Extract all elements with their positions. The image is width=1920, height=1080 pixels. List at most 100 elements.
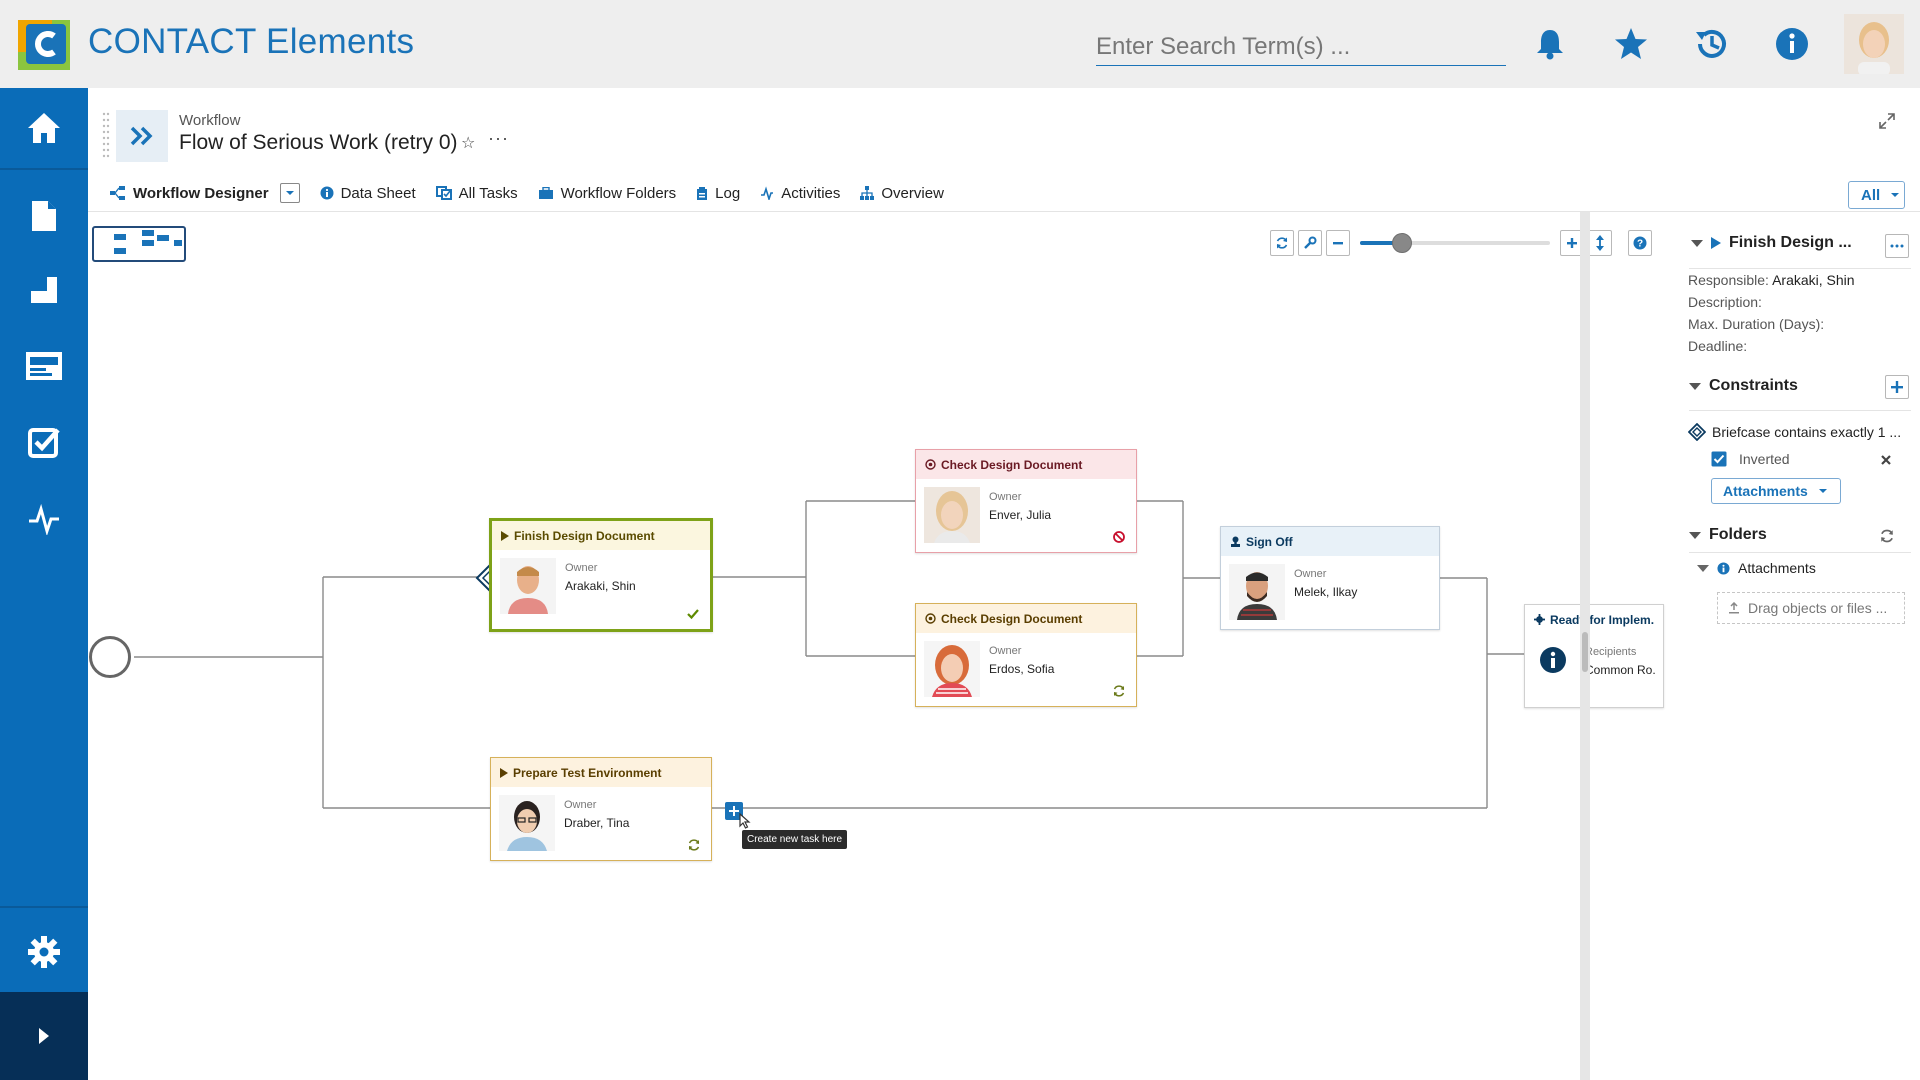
user-avatar[interactable]	[1844, 14, 1904, 74]
sidebar-item-dashboard[interactable]	[0, 328, 88, 404]
tab-workflow-folders[interactable]: Workflow Folders	[528, 176, 687, 210]
favorite-star-icon[interactable]: ☆	[461, 133, 475, 153]
app-title[interactable]: CONTACT Elements	[88, 22, 414, 62]
object-class-label: Workflow	[179, 112, 241, 129]
object-tabs: Workflow Designer Data Sheet All Tasks W…	[100, 176, 954, 214]
responsible-label: Responsible:	[1688, 272, 1769, 288]
task-check-design-document-2[interactable]: Check Design Document Owner Erdos, Sofia	[915, 603, 1137, 707]
checkbox-checked-icon[interactable]	[1711, 451, 1727, 467]
owner-avatar	[1229, 564, 1285, 620]
tab-log[interactable]: Log	[686, 176, 750, 210]
help-icon: ?	[1633, 236, 1647, 250]
inverted-label: Inverted	[1739, 451, 1790, 467]
refresh-icon[interactable]	[1879, 528, 1895, 544]
checkmark-icon	[687, 609, 699, 620]
task-title: Check Design Document	[941, 611, 1083, 626]
owner-name: Enver, Julia	[989, 508, 1052, 522]
attachments-dropdown-value: Attachments	[1723, 483, 1808, 499]
gear-icon	[1534, 614, 1545, 625]
top-header: CONTACT Elements	[0, 0, 1920, 88]
tab-overview[interactable]: Overview	[850, 176, 954, 210]
dropzone-text: Drag objects or files ...	[1748, 600, 1888, 616]
folders-section-header[interactable]: Folders	[1689, 526, 1767, 544]
workflow-type-icon	[116, 110, 168, 162]
inverted-checkbox-row[interactable]: Inverted	[1711, 451, 1790, 467]
dashboard-icon	[26, 352, 62, 380]
upload-icon	[1729, 602, 1739, 614]
caret-down-icon	[1689, 531, 1701, 539]
panel-task-header[interactable]: Finish Design ...	[1691, 234, 1852, 252]
double-chevron-icon	[130, 126, 153, 146]
canvas-scrollbar[interactable]	[1580, 212, 1590, 1080]
info-icon	[320, 186, 334, 200]
sidebar-item-parts[interactable]	[0, 252, 88, 328]
stamp-icon	[1231, 536, 1240, 547]
owner-label: Owner	[989, 491, 1022, 503]
task-prepare-test-environment[interactable]: Prepare Test Environment Owner Draber, T…	[490, 757, 712, 861]
search-input[interactable]	[1096, 28, 1506, 66]
star-icon[interactable]	[1611, 24, 1651, 64]
file-dropzone[interactable]: Drag objects or files ...	[1717, 592, 1905, 624]
info-icon[interactable]	[1772, 24, 1812, 64]
sidebar-expand-button[interactable]	[0, 992, 88, 1080]
log-icon	[697, 186, 708, 200]
tab-data-sheet[interactable]: Data Sheet	[310, 176, 426, 210]
scrollbar-thumb[interactable]	[1582, 632, 1588, 672]
task-header: Finish Design Document	[492, 521, 710, 550]
recipients-label: Recipients	[1585, 646, 1637, 658]
task-header: Ready for Implem.	[1525, 605, 1663, 634]
filter-dropdown[interactable]: All	[1848, 181, 1905, 209]
contact-logo[interactable]	[18, 20, 70, 70]
help-button[interactable]: ?	[1628, 230, 1652, 256]
attachments-dropdown[interactable]: Attachments	[1711, 478, 1841, 504]
bell-icon[interactable]	[1530, 24, 1570, 64]
tab-activities[interactable]: Activities	[750, 176, 850, 210]
tab-workflow-designer[interactable]: Workflow Designer	[100, 176, 310, 214]
drag-grip-icon[interactable]	[102, 110, 110, 162]
duration-label: Max. Duration (Days):	[1688, 316, 1825, 332]
home-icon	[28, 113, 60, 143]
more-actions-button[interactable]: ···	[488, 128, 509, 149]
owner-avatar	[499, 795, 555, 851]
fit-height-button[interactable]	[1588, 230, 1612, 256]
plus-icon	[1891, 381, 1903, 393]
in-progress-icon	[688, 839, 700, 851]
sidebar-item-home[interactable]	[0, 88, 88, 170]
remove-constraint-icon[interactable]	[1880, 454, 1892, 466]
tab-label: Overview	[881, 184, 944, 202]
task-sign-off[interactable]: Sign Off Owner Melek, Ilkay	[1220, 526, 1440, 630]
task-title: Sign Off	[1246, 534, 1293, 549]
document-icon	[32, 201, 56, 231]
tasks-icon	[28, 428, 60, 458]
panel-divider	[1689, 268, 1911, 269]
vertical-arrows-icon	[1596, 235, 1604, 251]
caret-down-icon	[1818, 489, 1827, 493]
designer-menu-dropdown[interactable]	[279, 183, 300, 203]
owner-name: Draber, Tina	[564, 816, 630, 830]
sidebar-item-documents[interactable]	[0, 178, 88, 254]
task-header: Check Design Document	[916, 604, 1136, 633]
task-header: Sign Off	[1221, 527, 1439, 556]
properties-panel: Finish Design ... Responsible: Arakaki, …	[1675, 212, 1920, 1080]
fullscreen-icon[interactable]	[1878, 112, 1896, 130]
sidebar-item-activities[interactable]	[0, 480, 88, 556]
workflow-canvas[interactable]: ? Finish Design Document Owner Arakaki, …	[88, 212, 1666, 1080]
owner-label: Owner	[564, 799, 597, 811]
history-icon[interactable]	[1692, 24, 1732, 64]
page-title: Flow of Serious Work (retry 0)	[179, 131, 458, 154]
task-ready-for-implementation[interactable]: Ready for Implem. Recipients Common Ro.	[1524, 604, 1664, 708]
add-constraint-button[interactable]	[1885, 375, 1909, 399]
task-header: Check Design Document	[916, 450, 1136, 479]
constraint-item[interactable]: Briefcase contains exactly 1 ...	[1688, 423, 1901, 441]
rejected-icon	[1113, 531, 1125, 543]
task-check-design-document-1[interactable]: Check Design Document Owner Enver, Julia	[915, 449, 1137, 553]
start-node[interactable]	[89, 636, 131, 678]
sidebar-item-settings[interactable]	[0, 914, 88, 990]
constraints-section-header[interactable]: Constraints	[1689, 377, 1798, 395]
panel-more-button[interactable]	[1885, 234, 1909, 258]
task-finish-design-document[interactable]: Finish Design Document Owner Arakaki, Sh…	[489, 518, 713, 632]
sidebar-item-tasks[interactable]	[0, 404, 88, 480]
tab-all-tasks[interactable]: All Tasks	[426, 176, 528, 210]
constraint-diamond-icon	[1688, 423, 1706, 441]
folder-item-attachments[interactable]: Attachments	[1697, 560, 1816, 576]
